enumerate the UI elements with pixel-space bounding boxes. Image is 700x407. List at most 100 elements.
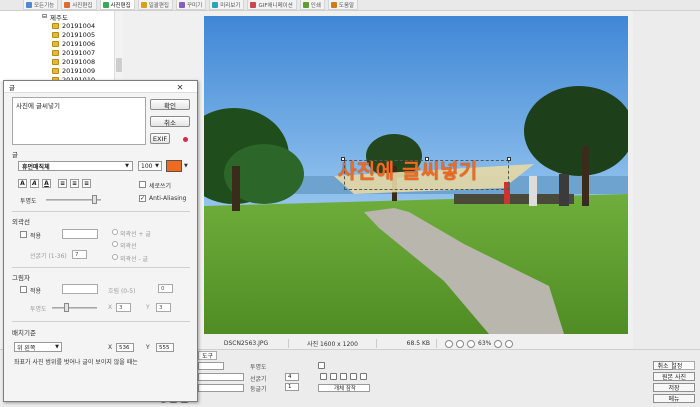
outline-color-box[interactable] bbox=[62, 229, 98, 239]
divider bbox=[12, 267, 190, 268]
toptab-label: 인쇄 bbox=[310, 2, 321, 9]
bottom-select-3[interactable] bbox=[198, 384, 244, 392]
pos-x-input[interactable]: 536 bbox=[116, 343, 134, 352]
outline-apply-checkbox[interactable] bbox=[20, 231, 27, 238]
text-color-swatch[interactable] bbox=[166, 160, 182, 172]
tab-icon bbox=[140, 1, 147, 8]
resize-handle[interactable] bbox=[341, 157, 345, 161]
shadow-y-label: Y bbox=[146, 304, 150, 311]
align-right-button[interactable]: ≡ bbox=[82, 179, 91, 188]
zoom-out-icon[interactable] bbox=[456, 339, 464, 348]
zoom-window-icon[interactable] bbox=[505, 339, 514, 348]
tab-icon bbox=[212, 1, 219, 8]
bottom-thickness-input[interactable]: 4 bbox=[285, 373, 299, 381]
right-action-button[interactable]: 취소 bbox=[653, 361, 673, 370]
zoom-in-icon[interactable] bbox=[445, 339, 453, 348]
info-dot-icon[interactable] bbox=[183, 137, 188, 142]
align-center-button[interactable]: ≡ bbox=[70, 179, 79, 188]
divider bbox=[12, 211, 190, 212]
shadow-opacity-slider[interactable] bbox=[52, 307, 97, 309]
bottom-select-1[interactable] bbox=[198, 362, 224, 370]
toptab-label: 도움말 bbox=[338, 2, 355, 9]
font-size-value: 100 bbox=[141, 162, 153, 170]
tree-folder-item[interactable]: 20191008 bbox=[52, 57, 95, 66]
shadow-color-box[interactable] bbox=[62, 284, 98, 294]
chevron-down-icon: ▼ bbox=[155, 163, 159, 169]
outline-option-radio[interactable] bbox=[112, 254, 118, 260]
toptab[interactable]: 일괄편집 bbox=[137, 0, 173, 10]
chevron-down-icon[interactable]: ▼ bbox=[184, 163, 188, 169]
toptab[interactable]: 사진편집 bbox=[99, 0, 135, 10]
exif-button[interactable]: EXIF bbox=[150, 133, 170, 144]
toptab[interactable]: 꾸미기 bbox=[176, 0, 207, 10]
tree-folder-item[interactable]: 20191005 bbox=[52, 30, 95, 39]
toptab-label: 사진편집 bbox=[110, 2, 131, 9]
outline-option-radio[interactable] bbox=[112, 229, 118, 235]
shadow-opacity-thumb[interactable] bbox=[64, 303, 69, 312]
antialias-checkbox[interactable]: ✓ bbox=[139, 195, 146, 202]
text-selection-box[interactable] bbox=[344, 160, 509, 190]
tree-scroll-thumb[interactable] bbox=[116, 58, 122, 72]
right-action-button[interactable]: 메뉴 bbox=[653, 394, 695, 403]
toptab[interactable]: 미리보기 bbox=[209, 0, 245, 10]
underline-button[interactable]: A bbox=[42, 179, 51, 188]
toptab[interactable]: 인쇄 bbox=[299, 0, 325, 10]
toptab[interactable]: 모든기능 bbox=[23, 0, 59, 10]
status-dimensions: 사진 1600 x 1200 bbox=[289, 339, 377, 348]
bottom-select-2[interactable] bbox=[198, 373, 244, 381]
shadow-x-input[interactable]: 3 bbox=[116, 303, 131, 312]
pos-y-label: Y bbox=[146, 344, 150, 351]
align-left-button[interactable]: ≡ bbox=[58, 179, 67, 188]
tool-icon[interactable] bbox=[340, 373, 347, 380]
vertical-checkbox[interactable] bbox=[139, 181, 146, 188]
confirm-button[interactable]: 확인 bbox=[150, 99, 190, 110]
shadow-apply-checkbox[interactable] bbox=[20, 286, 27, 293]
folder-label: 20191004 bbox=[62, 21, 96, 30]
right-action-button[interactable]: 원본 사진 bbox=[653, 372, 695, 381]
tool-icon[interactable] bbox=[330, 373, 337, 380]
tab-icon bbox=[64, 1, 71, 8]
outline-section-label: 외곽선 bbox=[12, 218, 30, 226]
resize-handle[interactable] bbox=[425, 157, 429, 161]
pos-y-input[interactable]: 555 bbox=[156, 343, 174, 352]
tree-folder-item[interactable]: 20191009 bbox=[52, 66, 95, 75]
outline-option-radio[interactable] bbox=[112, 241, 118, 247]
shadow-blur-label: 흐림 (0-5) bbox=[108, 288, 136, 295]
font-size-select[interactable]: 100 ▼ bbox=[138, 161, 162, 171]
object-action-button[interactable]: 개체 잠작 bbox=[318, 384, 370, 392]
font-select-value: 휴먼매직체 bbox=[22, 163, 50, 171]
tree-root[interactable]: ⊟ 제주도 bbox=[42, 12, 68, 22]
tree-folder-item[interactable]: 20191007 bbox=[52, 48, 95, 57]
folder-icon bbox=[52, 67, 59, 74]
font-select[interactable]: 휴먼매직체 ▼ bbox=[18, 161, 133, 171]
tree-folder-item[interactable]: 20191004 bbox=[52, 21, 95, 30]
close-icon[interactable]: ✕ bbox=[166, 82, 194, 92]
tree-folder-item[interactable]: 20191006 bbox=[52, 39, 95, 48]
resize-handle[interactable] bbox=[507, 157, 511, 161]
zoom-fit-icon[interactable] bbox=[467, 339, 475, 348]
bottom-radius-input[interactable]: 1 bbox=[285, 383, 299, 391]
italic-button[interactable]: A bbox=[30, 179, 39, 188]
position-select[interactable]: 위 왼쪽 ▼ bbox=[14, 342, 62, 352]
pointer-icon[interactable] bbox=[318, 362, 325, 369]
bold-button[interactable]: A bbox=[18, 179, 27, 188]
right-action-button[interactable]: 저장 bbox=[653, 383, 695, 392]
text-section-label: 글 bbox=[12, 151, 18, 159]
cancel-button[interactable]: 취소 bbox=[150, 116, 190, 127]
toptab[interactable]: GIF애니메이션 bbox=[247, 0, 297, 10]
tool-icon[interactable] bbox=[320, 373, 327, 380]
text-input[interactable]: 사진에 글씨넣기 bbox=[12, 97, 146, 145]
tab-tool[interactable]: 도구 bbox=[198, 351, 218, 360]
toptab[interactable]: 사진편집 bbox=[61, 0, 97, 10]
shadow-blur-input[interactable]: 0 bbox=[158, 284, 173, 293]
outline-thickness-input[interactable]: 7 bbox=[72, 250, 87, 259]
folder-label: 20191006 bbox=[62, 39, 96, 48]
opacity-slider-thumb[interactable] bbox=[92, 195, 97, 204]
shadow-y-input[interactable]: 3 bbox=[156, 303, 171, 312]
toptab-label: 사진편집 bbox=[72, 2, 93, 9]
zoom-actual-icon[interactable] bbox=[494, 339, 503, 348]
tool-icon[interactable] bbox=[350, 373, 357, 380]
collapse-icon[interactable]: ⊟ bbox=[42, 13, 47, 20]
toptab[interactable]: 도움말 bbox=[327, 0, 359, 10]
tool-icon[interactable] bbox=[360, 373, 367, 380]
